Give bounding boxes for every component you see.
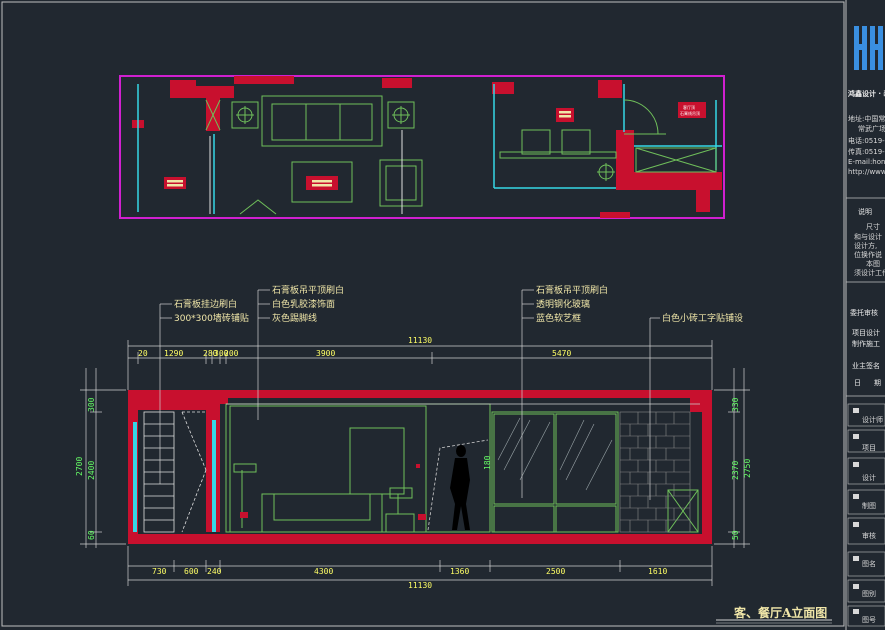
bottom-dim-240: 240	[207, 567, 222, 576]
date-label: 日	[854, 379, 861, 387]
annotation-mid-1: 石膏板吊平顶刷白	[272, 284, 344, 296]
notes-line-4: 位换作说	[854, 250, 882, 259]
right-dim-2370: 2370	[731, 461, 740, 480]
notes-line-3: 设计方,	[854, 241, 877, 250]
cad-drawing-canvas: { "drawing": { "title": "客、餐厅A立面图", "pla…	[0, 0, 885, 630]
company-line: 鸿鑫设计 · 装	[848, 89, 885, 98]
left-dim-2700: 2700	[75, 457, 84, 476]
inner-dim-180: 180	[483, 455, 492, 470]
logo-mark-icon	[854, 26, 883, 70]
bottom-dim-4300: 4300	[314, 567, 333, 576]
right-dim-330: 330	[731, 397, 740, 412]
bottom-dim-1610: 1610	[648, 567, 667, 576]
tb-row-name: 图名	[862, 559, 876, 568]
tb-row-designer: 设计师	[862, 415, 883, 424]
annotation-far-right: 白色小砖工字贴铺设	[662, 312, 743, 324]
bottom-dimension-lines	[127, 546, 713, 586]
address-line-3: 电话:0519-866	[848, 136, 885, 145]
notes-line-2: 和与设计	[854, 232, 882, 241]
notes-line-1: 尺寸	[866, 222, 880, 231]
top-dim-total: 11130	[408, 336, 432, 345]
right-dim-2750: 2750	[743, 459, 752, 478]
right-dim-50: 50	[731, 530, 740, 540]
left-dim-60: 60	[87, 530, 96, 540]
bottom-dim-730: 730	[152, 567, 167, 576]
bottom-dim-600: 600	[184, 567, 199, 576]
top-dim-20: 20	[138, 349, 148, 358]
annotation-left-1: 石膏板挂边刷白	[174, 298, 237, 310]
annotation-right-3: 蓝色软艺框	[536, 312, 581, 324]
left-dim-2400: 2400	[87, 461, 96, 480]
address-line-1: 地址:中国常州	[848, 114, 885, 123]
tb-row-review: 审核	[862, 531, 876, 540]
top-dim-200: 200	[224, 349, 239, 358]
tb-row-category: 图别	[862, 589, 876, 598]
elevation	[128, 390, 712, 544]
bottom-dim-2500: 2500	[546, 567, 565, 576]
address-line-2: 常武广场	[858, 124, 885, 133]
address-line-4: 传真:0519-866	[848, 147, 885, 156]
approval-line-3: 制作施工	[852, 339, 880, 348]
address-line-5: E-mail:honghu_	[848, 158, 885, 166]
top-dim-1290: 1290	[164, 349, 183, 358]
approval-line-2: 项目设计	[852, 328, 880, 337]
top-dim-3900: 3900	[316, 349, 335, 358]
annotation-right-2: 透明钢化玻璃	[536, 298, 590, 310]
owner-label: 业主签名	[852, 361, 880, 370]
tb-row-drafting: 制图	[862, 501, 876, 510]
tb-row-number: 图号	[862, 616, 876, 624]
tb-row-project: 项目	[862, 444, 876, 452]
annotation-right-1: 石膏板吊平顶刷白	[536, 284, 608, 296]
notes-heading: 说明	[858, 207, 872, 216]
tb-row-design: 设计	[862, 473, 876, 482]
notes-line-6: 须设计工作	[854, 268, 885, 277]
date-label-2: 期	[874, 379, 881, 387]
drawing-title: 客、餐厅A立面图	[733, 605, 827, 620]
left-dim-300: 300	[87, 397, 96, 412]
plan-sign-label-1: 客厅顶	[683, 104, 695, 110]
floor-plan: 客厅顶 石膏线吊顶	[119, 75, 725, 219]
drawing-svg: 客厅顶 石膏线吊顶 石膏板挂边刷白 300*300墙砖铺贴 石膏板吊平顶刷白 白…	[1, 0, 885, 630]
annotation-left-2: 300*300墙砖铺贴	[174, 312, 249, 324]
approval-line-1: 委托审核	[850, 308, 878, 317]
bottom-dim-1360: 1360	[450, 567, 469, 576]
annotation-mid-3: 灰色踢脚线	[272, 312, 317, 324]
notes-line-5: 本图	[866, 259, 880, 268]
top-dim-5470: 5470	[552, 349, 571, 358]
bottom-dim-total: 11130	[408, 581, 432, 590]
top-dimension-lines	[127, 340, 713, 390]
annotation-mid-2: 白色乳胶漆饰面	[272, 298, 335, 310]
plan-sign-label-2: 石膏线吊顶	[680, 110, 700, 116]
address-line-6: http://www.hong	[848, 168, 885, 176]
